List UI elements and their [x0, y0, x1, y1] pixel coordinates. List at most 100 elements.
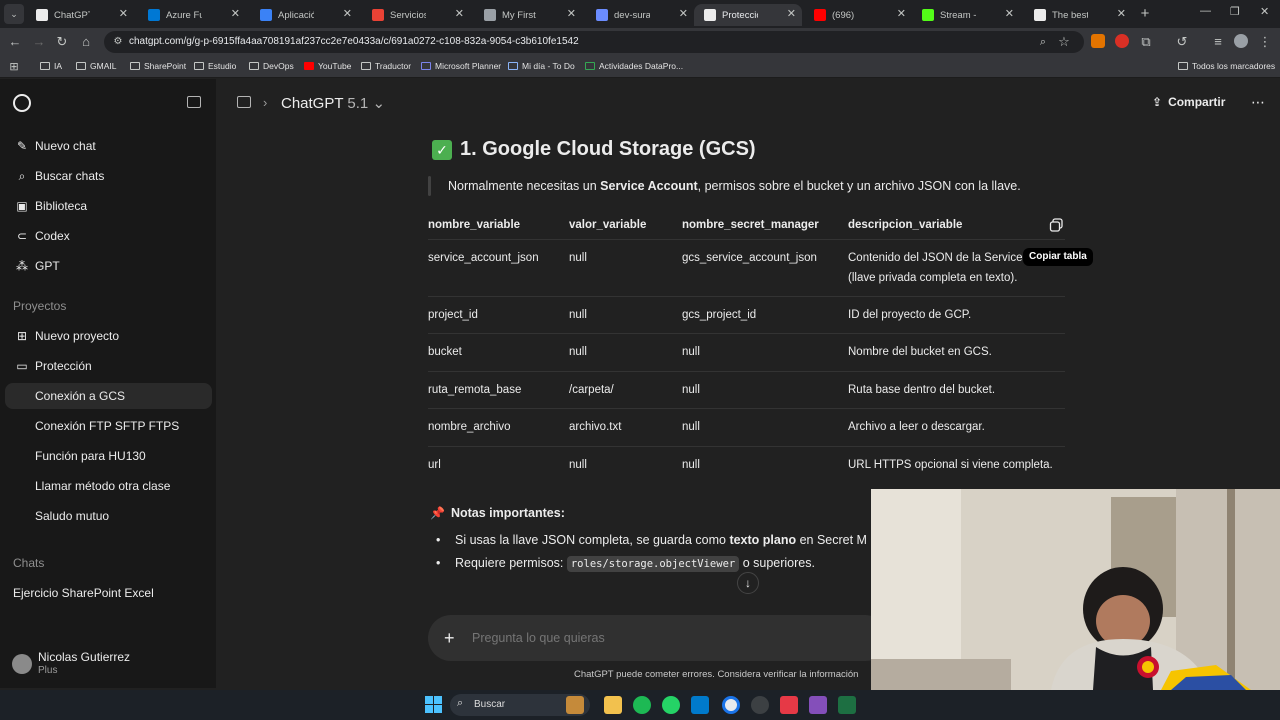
settings-icon[interactable] [751, 696, 769, 714]
sidebar-item-library[interactable]: ▣ Biblioteca [5, 193, 212, 219]
spotify-icon[interactable] [633, 696, 651, 714]
bookmark-youtube[interactable]: YouTube [304, 61, 351, 71]
vscode-icon[interactable] [691, 696, 709, 714]
project-folder-icon[interactable] [237, 96, 251, 108]
sidebar-item-gpt[interactable]: ⁂ GPT [5, 253, 212, 279]
bookmark-todo[interactable]: Mi día - To Do [508, 61, 575, 71]
browser-tab[interactable]: Servicios de com ✕ [362, 4, 470, 26]
bookmark-traductor[interactable]: Traductor [361, 61, 411, 71]
project-chat-item[interactable]: Saludo mutuo [5, 503, 212, 529]
profile-avatar-icon[interactable] [1234, 34, 1248, 48]
close-tab-icon[interactable]: ✕ [343, 7, 352, 20]
extension-icon[interactable] [1091, 34, 1105, 48]
apps-grid-icon[interactable]: ⊞ [6, 59, 22, 75]
bookmark-planner[interactable]: Microsoft Planner [421, 61, 501, 71]
browser-tab[interactable]: My First Project - ✕ [474, 4, 582, 26]
history-icon[interactable]: ↺ [1174, 34, 1190, 50]
site-info-icon[interactable]: ⚙ [110, 34, 126, 50]
windows-start-icon[interactable] [425, 696, 442, 713]
excel-icon[interactable] [838, 696, 856, 714]
extensions-puzzle-icon[interactable]: ⧉ [1138, 34, 1154, 50]
app-icon[interactable] [780, 696, 798, 714]
toggle-sidebar-icon[interactable] [187, 96, 201, 108]
bookmark-actividades[interactable]: Actividades DataPro... [585, 61, 683, 71]
bookmark-folder-devops[interactable]: DevOps [249, 61, 294, 71]
share-button[interactable]: ⇪ Compartir [1152, 95, 1225, 109]
table-cell: gcs_project_id [682, 309, 757, 321]
url-text[interactable]: chatgpt.com/g/g-p-6915ffa4aa708191af237c… [129, 36, 579, 47]
close-tab-icon[interactable]: ✕ [787, 7, 796, 20]
table-divider [428, 239, 1065, 240]
bookmark-folder-ia[interactable]: IA [40, 61, 62, 71]
close-tab-icon[interactable]: ✕ [1117, 7, 1126, 20]
close-tab-icon[interactable]: ✕ [231, 7, 240, 20]
tab-label: Aplicación de fun [278, 9, 314, 21]
add-attachment-icon[interactable]: + [444, 628, 455, 649]
whatsapp-icon[interactable] [662, 696, 680, 714]
file-explorer-icon[interactable] [604, 696, 622, 714]
project-chat-item[interactable]: Conexión FTP SFTP FTPS [5, 413, 212, 439]
browser-tab[interactable]: Azure Functions ✕ [138, 4, 246, 26]
bookmark-sharepoint[interactable]: SharePoint [130, 61, 186, 71]
reload-icon[interactable]: ↻ [54, 34, 70, 50]
project-chat-item[interactable]: Conexión a GCS [5, 383, 212, 409]
restore-button[interactable]: ❐ [1230, 5, 1240, 18]
openai-logo-icon[interactable] [13, 94, 31, 112]
new-tab-button[interactable]: + [1136, 4, 1154, 24]
browser-tab[interactable]: The best ChatBot ✕ [1024, 4, 1132, 26]
folder-icon [130, 62, 140, 70]
close-tab-icon[interactable]: ✕ [567, 7, 576, 20]
sidebar-item-codex[interactable]: ⊂ Codex [5, 223, 212, 249]
scroll-to-bottom-button[interactable]: ↓ [737, 572, 759, 594]
terraform-icon[interactable] [809, 696, 827, 714]
close-window-button[interactable]: ✕ [1260, 5, 1269, 18]
model-selector[interactable]: ChatGPT 5.1 ⌄ [281, 94, 385, 112]
close-tab-icon[interactable]: ✕ [119, 7, 128, 20]
search-highlight-icon[interactable] [566, 696, 584, 714]
table-cell: bucket [428, 346, 462, 358]
project-chat-item[interactable]: Función para HU130 [5, 443, 212, 469]
copy-table-icon[interactable] [1049, 218, 1064, 232]
sidebar-item-project-proteccion[interactable]: ▭ Protección [5, 353, 212, 379]
all-bookmarks[interactable]: Todos los marcadores [1178, 61, 1275, 71]
more-options-icon[interactable]: ⋯ [1251, 94, 1265, 111]
browser-tab[interactable]: (696) ✕ [804, 4, 912, 26]
browser-tab[interactable]: dev-sura-si-gold ✕ [586, 4, 694, 26]
tab-label: My First Project - [502, 9, 538, 21]
library-icon: ▣ [16, 199, 28, 213]
chat-item[interactable]: Ejercicio SharePoint Excel [13, 586, 154, 600]
check-mark-icon: ✓ [432, 139, 452, 160]
note-item: Si usas la llave JSON completa, se guard… [436, 533, 867, 547]
browser-tab[interactable]: ChatGPT ✕ [26, 4, 134, 26]
forward-icon[interactable]: → [31, 34, 47, 50]
chevron-right-icon: › [263, 95, 268, 110]
sidebar-item-new-project[interactable]: ⊞ Nuevo proyecto [5, 323, 212, 349]
close-tab-icon[interactable]: ✕ [1005, 7, 1014, 20]
tab-search-button[interactable]: ⌄ [4, 4, 24, 24]
sidebar-item-new-chat[interactable]: ✎ Nuevo chat [5, 133, 212, 159]
project-chat-item[interactable]: Llamar método otra clase [5, 473, 212, 499]
zoom-icon[interactable]: ⌕ [1035, 34, 1051, 50]
sidebar-item-search[interactable]: ⌕ Buscar chats [5, 163, 212, 189]
close-tab-icon[interactable]: ✕ [897, 7, 906, 20]
browser-tab[interactable]: Aplicación de fun ✕ [250, 4, 358, 26]
folder-icon [361, 62, 371, 70]
bookmark-folder-estudio[interactable]: Estudio [194, 61, 236, 71]
tab-favicon-icon [148, 9, 160, 21]
user-name[interactable]: Nicolas Gutierrez [38, 650, 130, 664]
browser-tab[interactable]: Protección - Con ✕ [694, 4, 802, 26]
minimize-button[interactable]: — [1200, 5, 1211, 17]
media-icon[interactable]: ≡ [1210, 34, 1226, 50]
back-icon[interactable]: ← [7, 34, 23, 50]
close-tab-icon[interactable]: ✕ [679, 7, 688, 20]
chrome-icon[interactable] [722, 696, 740, 714]
prompt-input[interactable] [472, 631, 852, 645]
home-icon[interactable]: ⌂ [78, 34, 94, 50]
close-tab-icon[interactable]: ✕ [455, 7, 464, 20]
bookmark-star-icon[interactable]: ☆ [1056, 34, 1072, 50]
extension-icon[interactable] [1115, 34, 1129, 48]
browser-menu-icon[interactable]: ⋮ [1257, 34, 1273, 50]
avatar[interactable] [12, 654, 32, 674]
bookmark-folder-gmail[interactable]: GMAIL [76, 61, 116, 71]
browser-tab[interactable]: Stream - Kick Da ✕ [912, 4, 1020, 26]
